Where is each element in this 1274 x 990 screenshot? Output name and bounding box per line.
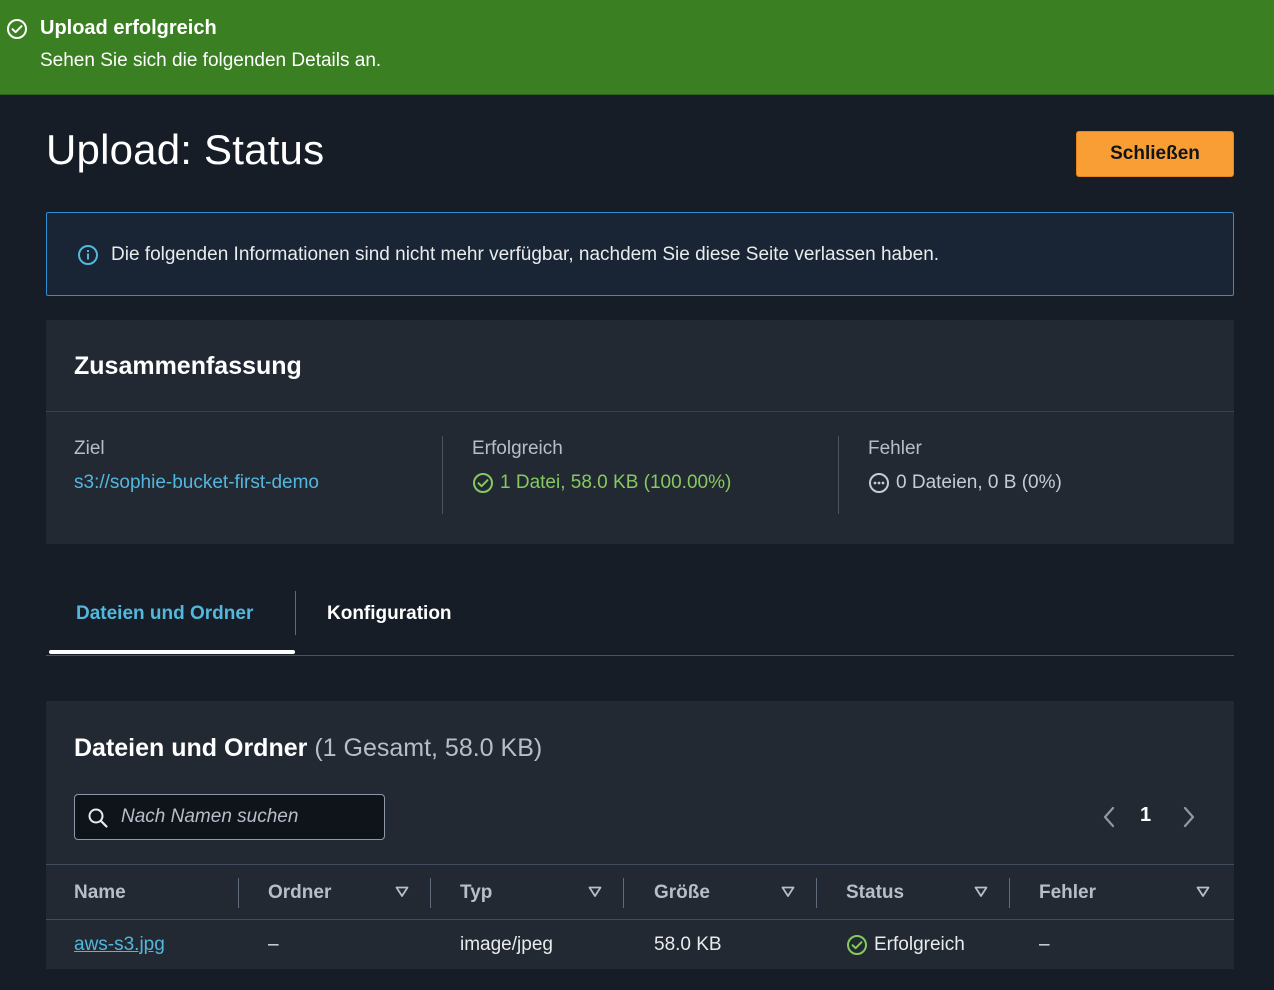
sort-caret-icon[interactable] <box>781 885 795 899</box>
target-label: Ziel <box>74 438 105 459</box>
success-label: Erfolgreich <box>472 438 563 459</box>
sort-caret-icon[interactable] <box>1196 885 1210 899</box>
files-title-text: Dateien und Ordner <box>74 734 308 762</box>
column-separator <box>623 878 624 908</box>
sort-caret-icon[interactable] <box>974 885 988 899</box>
close-button[interactable]: Schließen <box>1076 131 1234 177</box>
target-link[interactable]: s3://sophie-bucket-first-demo <box>74 472 319 494</box>
files-count: (1 Gesamt, 58.0 KB) <box>314 734 543 762</box>
column-header-size[interactable]: Größe <box>654 865 710 921</box>
flash-message: Sehen Sie sich die folgenden Details an. <box>40 50 382 71</box>
page-number[interactable]: 1 <box>1140 804 1151 830</box>
sort-caret-icon[interactable] <box>395 885 409 899</box>
search-box <box>74 794 385 840</box>
summary-target: Ziel s3://sophie-bucket-first-demo <box>74 438 444 518</box>
flash-title: Upload erfolgreich <box>40 17 217 39</box>
page-title: Upload: Status <box>46 126 325 173</box>
cell-status: Erfolgreich <box>846 921 965 969</box>
sort-caret-icon[interactable] <box>588 885 602 899</box>
column-header-folder[interactable]: Ordner <box>268 865 331 921</box>
summary-success: Erfolgreich 1 Datei, 58.0 KB (100.00%) <box>472 438 842 518</box>
column-separator <box>816 878 817 908</box>
column-header-name[interactable]: Name <box>74 865 126 921</box>
tab-configuration[interactable]: Konfiguration <box>327 603 452 625</box>
column-header-error[interactable]: Fehler <box>1039 865 1096 921</box>
chevron-left-icon[interactable] <box>1098 804 1120 830</box>
pending-dots-icon <box>869 473 889 493</box>
success-flash-banner: Upload erfolgreich Sehen Sie sich die fo… <box>0 0 1274 95</box>
files-title: Dateien und Ordner (1 Gesamt, 58.0 KB) <box>74 734 542 763</box>
summary-errors: Fehler 0 Dateien, 0 B (0%) <box>868 438 1208 518</box>
table-header: Name Ordner Typ Größe Status Fehler <box>46 864 1234 920</box>
column-divider <box>442 436 443 514</box>
summary-title: Zusammenfassung <box>74 352 302 380</box>
check-circle-icon <box>847 935 867 955</box>
tab-separator <box>295 591 296 635</box>
info-alert: Die folgenden Informationen sind nicht m… <box>46 212 1234 296</box>
files-container: Dateien und Ordner (1 Gesamt, 58.0 KB) 1… <box>46 701 1234 969</box>
active-tab-indicator <box>49 650 295 654</box>
chevron-right-icon[interactable] <box>1178 804 1200 830</box>
column-separator <box>238 878 239 908</box>
error-label: Fehler <box>868 438 922 459</box>
search-icon <box>88 808 108 828</box>
status-text: Erfolgreich <box>874 934 965 955</box>
column-separator <box>1009 878 1010 908</box>
info-text: Die folgenden Informationen sind nicht m… <box>111 244 940 265</box>
column-separator <box>430 878 431 908</box>
cell-size: 58.0 KB <box>654 934 722 955</box>
cell-error: – <box>1039 934 1050 955</box>
info-icon <box>78 245 98 265</box>
error-value: 0 Dateien, 0 B (0%) <box>896 472 1062 493</box>
tab-bar: Dateien und Ordner Konfiguration <box>46 588 1234 656</box>
summary-container: Zusammenfassung Ziel s3://sophie-bucket-… <box>46 320 1234 544</box>
tab-files-and-folders[interactable]: Dateien und Ordner <box>76 603 253 625</box>
file-name-link[interactable]: aws-s3.jpg <box>74 934 165 956</box>
cell-type: image/jpeg <box>460 934 553 955</box>
search-input[interactable] <box>121 803 376 831</box>
success-value: 1 Datei, 58.0 KB (100.00%) <box>500 472 732 493</box>
table-row: aws-s3.jpg – image/jpeg 58.0 KB Erfolgre… <box>46 921 1234 969</box>
check-circle-icon <box>473 473 493 493</box>
cell-folder: – <box>268 934 279 955</box>
column-header-status[interactable]: Status <box>846 865 904 921</box>
summary-header: Zusammenfassung <box>46 320 1234 412</box>
column-header-type[interactable]: Typ <box>460 865 492 921</box>
check-circle-icon <box>7 19 27 39</box>
column-divider <box>838 436 839 514</box>
